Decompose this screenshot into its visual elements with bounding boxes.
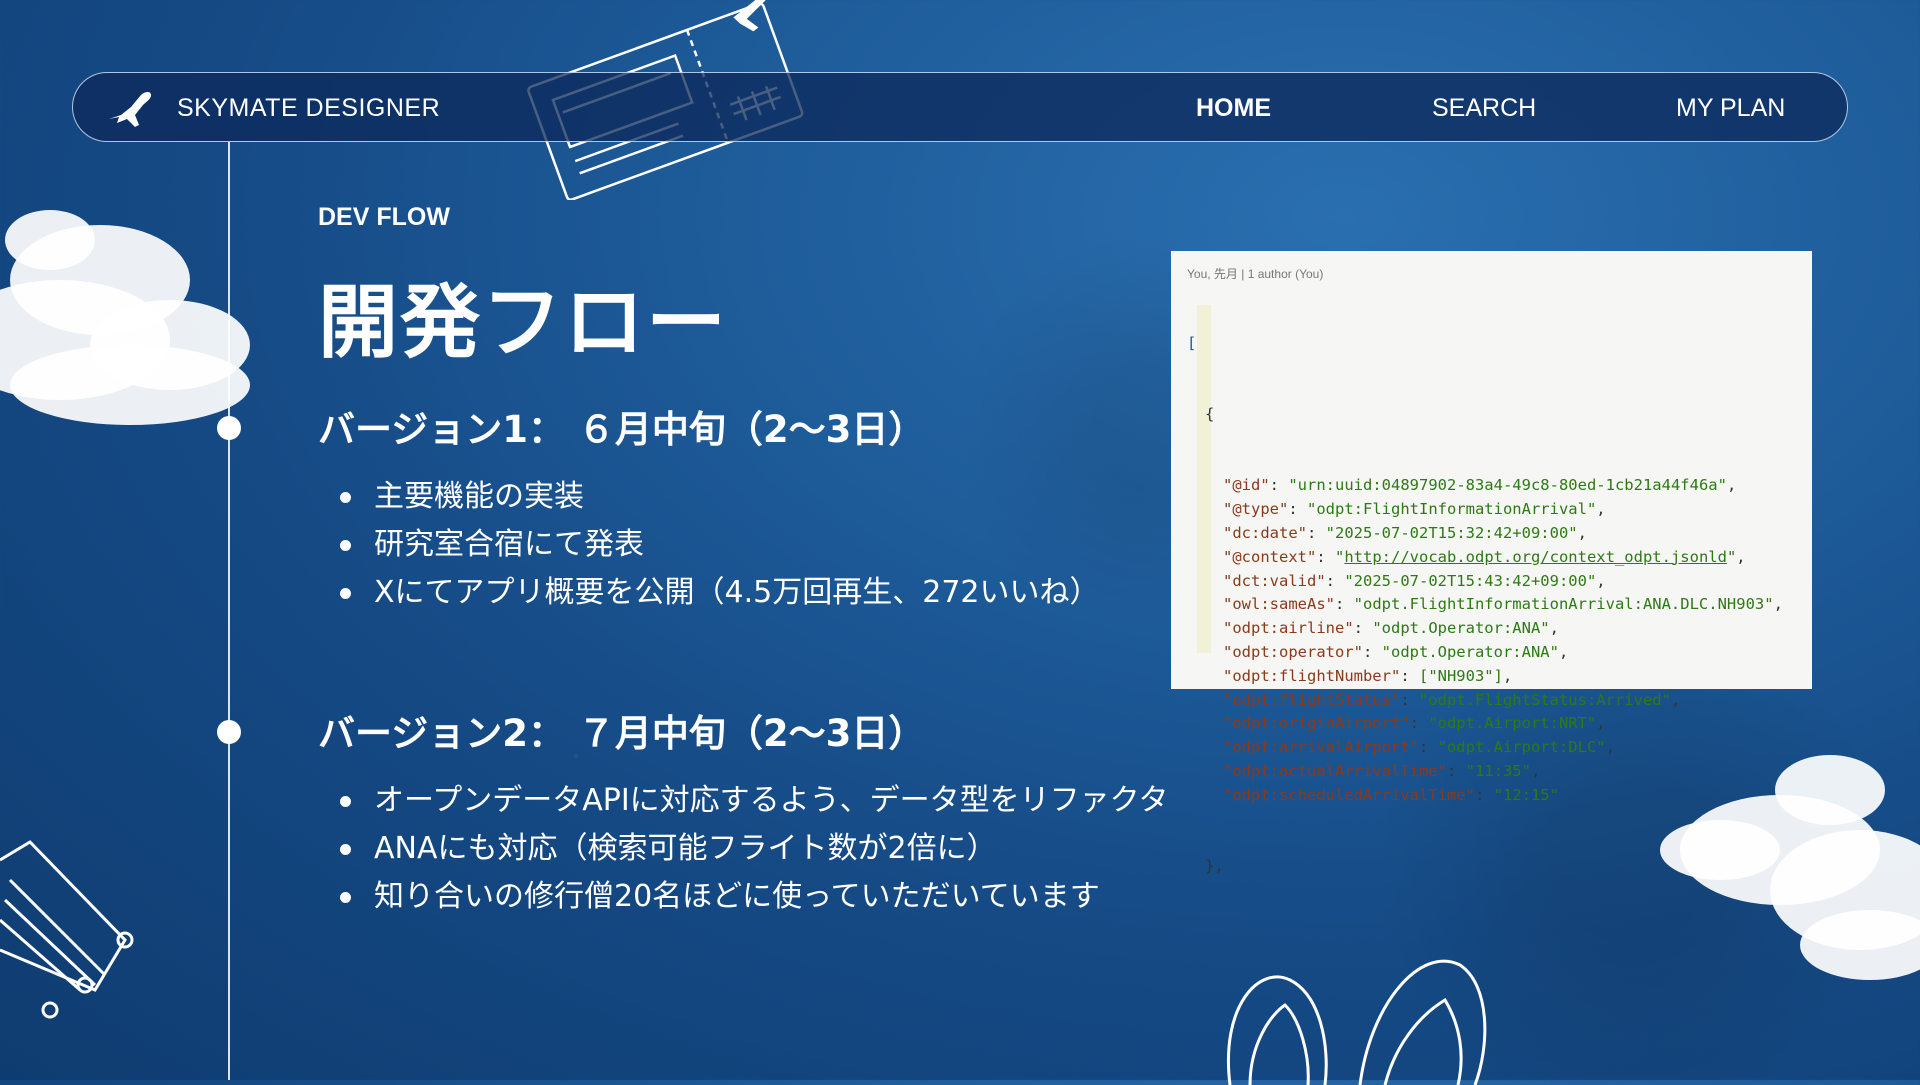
version-1-heading: バージョン1： ６月中旬（2〜3日） — [318, 408, 926, 451]
code-line: "owl:sameAs": "odpt.FlightInformationArr… — [1223, 595, 1783, 614]
code-value: "urn:uuid:04897902-83a4-49c8-80ed-1cb21a… — [1288, 476, 1727, 495]
code-key: "odpt:flightNumber" — [1223, 666, 1401, 685]
page-title: 開発フロー — [318, 276, 728, 369]
code-value: "2025-07-02T15:32:42+09:00" — [1325, 523, 1578, 542]
list-item: 研究室合宿にて発表 — [340, 521, 1100, 569]
timeline-dot-version-1 — [217, 416, 241, 440]
code-key: "odpt:airline" — [1223, 619, 1354, 638]
code-key: "odpt:flightStatus" — [1223, 690, 1401, 709]
code-key: "odpt:actualArrivalTime" — [1223, 761, 1447, 780]
code-value: "odpt.Operator:ANA" — [1372, 619, 1550, 638]
code-value: "odpt.Airport:DLC" — [1437, 738, 1606, 757]
code-key: "odpt:operator" — [1223, 642, 1363, 661]
timeline-dot-version-2 — [217, 720, 241, 744]
brand[interactable]: SKYMATE DESIGNER — [107, 73, 440, 143]
top-navigation-bar: SKYMATE DESIGNER HOME SEARCH MY PLAN — [72, 72, 1848, 142]
list-item: Xにてアプリ概要を公開（4.5万回再生、272いいね） — [340, 569, 1100, 617]
code-key: "odpt:arrivalAirport" — [1223, 738, 1419, 757]
airplane-icon — [109, 92, 151, 127]
code-line: "odpt:flightStatus": "odpt.FlightStatus:… — [1223, 690, 1681, 709]
code-line: "odpt:airline": "odpt.Operator:ANA", — [1223, 619, 1559, 638]
code-body: [ { "@id": "urn:uuid:04897902-83a4-49c8-… — [1187, 284, 1796, 927]
code-line: "@id": "urn:uuid:04897902-83a4-49c8-80ed… — [1223, 476, 1737, 495]
code-line: "odpt:actualArrivalTime": "11:35", — [1223, 761, 1541, 780]
code-screenshot-panel: You, 先月 | 1 author (You) [ { "@id": "urn… — [1171, 251, 1812, 875]
list-item: 知り合いの修行僧20名ほどに使っていただいています — [340, 873, 1168, 921]
code-line: "dct:valid": "2025-07-02T15:43:42+09:00"… — [1223, 571, 1606, 590]
code-line: "odpt:originAirport": "odpt.Airport:NRT"… — [1223, 714, 1606, 733]
code-blame-header: You, 先月 | 1 author (You) — [1187, 267, 1324, 281]
version-2-heading: バージョン2： ７月中旬（2〜3日） — [318, 712, 926, 755]
code-line: "@context": "http://vocab.odpt.org/conte… — [1223, 547, 1746, 566]
code-value: "odpt:FlightInformationArrival" — [1307, 500, 1597, 519]
nav-search[interactable]: SEARCH — [1432, 73, 1536, 143]
code-key: "@id" — [1223, 476, 1270, 495]
code-key: "dc:date" — [1223, 523, 1307, 542]
code-line: "odpt:operator": "odpt.Operator:ANA", — [1223, 642, 1569, 661]
version-2-list: オープンデータAPIに対応するよう、データ型をリファクタ ANAにも対応（検索可… — [340, 777, 1168, 921]
code-value: "odpt.FlightInformationArrival:ANA.DLC.N… — [1353, 595, 1774, 614]
code-value: "2025-07-02T15:43:42+09:00" — [1344, 571, 1597, 590]
flip-flops-icon — [1227, 959, 1487, 1085]
code-value: "odpt.Operator:ANA" — [1381, 642, 1559, 661]
cloud-left — [0, 210, 250, 425]
code-value: "12:15" — [1493, 785, 1559, 804]
code-open-bracket: [ — [1187, 333, 1197, 352]
code-key: "@context" — [1223, 547, 1317, 566]
code-key: "@type" — [1223, 500, 1289, 519]
list-item: ANAにも対応（検索可能フライト数が2倍に） — [340, 825, 1168, 873]
code-value: "11:35" — [1465, 761, 1531, 780]
code-key: "odpt:originAirport" — [1223, 714, 1410, 733]
code-open-brace: { — [1205, 404, 1215, 423]
code-line: "odpt:flightNumber": ["NH903"], — [1223, 666, 1513, 685]
brand-name: SKYMATE DESIGNER — [177, 93, 441, 122]
code-value: "odpt.Airport:NRT" — [1428, 714, 1597, 733]
code-key: "owl:sameAs" — [1223, 595, 1335, 614]
section-eyebrow: DEV FLOW — [318, 203, 450, 231]
code-close-brace: }, — [1205, 857, 1224, 876]
code-key: "odpt:scheduledArrivalTime" — [1223, 785, 1475, 804]
code-link[interactable]: http://vocab.odpt.org/context_odpt.jsonl… — [1344, 548, 1727, 566]
nav-home[interactable]: HOME — [1196, 73, 1271, 143]
list-item: 主要機能の実装 — [340, 473, 1100, 521]
code-key: "dct:valid" — [1223, 571, 1326, 590]
code-line: "odpt:scheduledArrivalTime": "12:15" — [1223, 785, 1559, 804]
version-1-list: 主要機能の実装 研究室合宿にて発表 Xにてアプリ概要を公開（4.5万回再生、27… — [340, 473, 1100, 617]
list-item: オープンデータAPIに対応するよう、データ型をリファクタ — [340, 777, 1168, 825]
code-value: "odpt.FlightStatus:Arrived" — [1418, 690, 1671, 709]
nav-my-plan[interactable]: MY PLAN — [1676, 73, 1785, 143]
timeline-line — [228, 142, 230, 1080]
suitcase-icon — [0, 840, 134, 1019]
code-value: ["NH903"] — [1418, 666, 1503, 685]
code-line: "odpt:arrivalAirport": "odpt.Airport:DLC… — [1223, 738, 1615, 757]
code-line: "@type": "odpt:FlightInformationArrival"… — [1223, 500, 1606, 519]
code-line: "dc:date": "2025-07-02T15:32:42+09:00", — [1223, 523, 1587, 542]
